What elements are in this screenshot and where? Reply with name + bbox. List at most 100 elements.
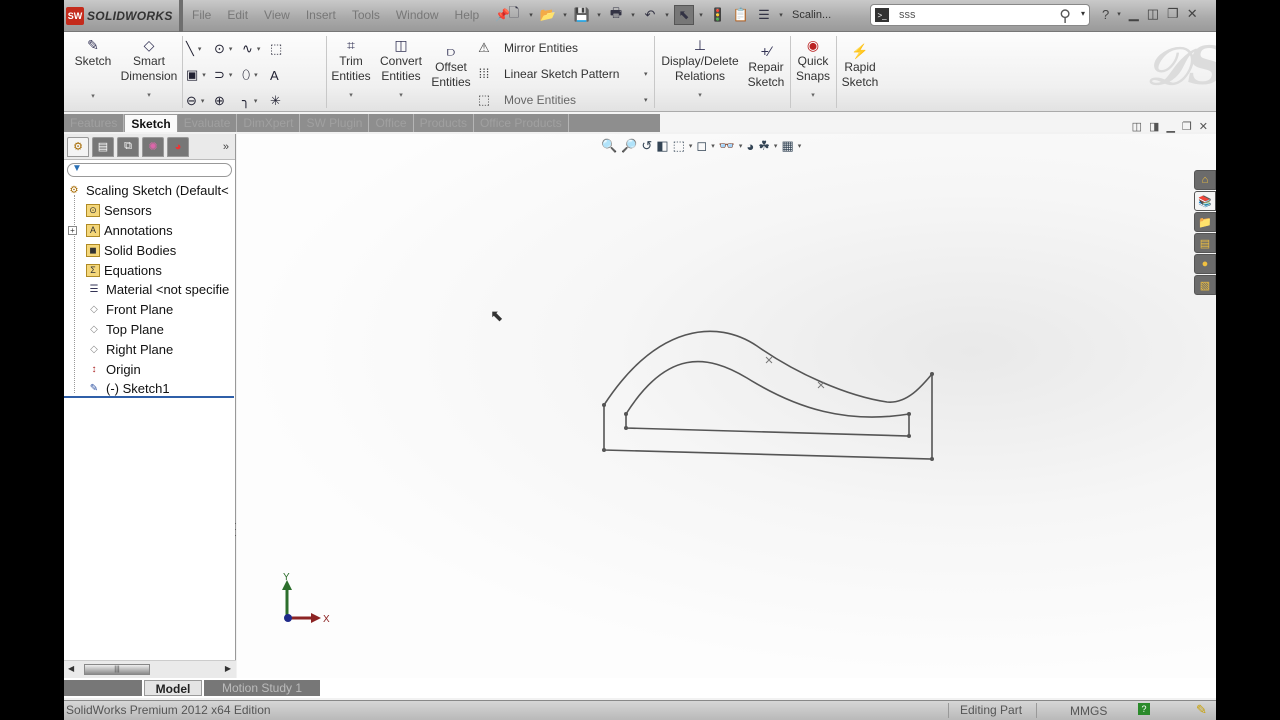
tab-sw-plugin[interactable]: SW Plugin bbox=[300, 114, 370, 132]
spline-tool-button[interactable]: ∿ ▾ bbox=[242, 36, 270, 62]
rebuild-status-icon[interactable]: ✎ bbox=[1196, 702, 1207, 718]
custom-properties-icon[interactable]: ▧ bbox=[1194, 275, 1216, 295]
mirror-entities-button[interactable]: ⚠ Mirror Entities bbox=[476, 40, 578, 56]
tree-item-top-plane[interactable]: ◇ Top Plane bbox=[64, 320, 235, 340]
expand-icon[interactable]: + bbox=[68, 225, 77, 235]
move-dropdown-icon[interactable]: ▾ bbox=[644, 96, 648, 104]
convert-dropdown-icon[interactable]: ▾ bbox=[376, 88, 426, 103]
quick-tips-icon[interactable]: ? bbox=[1138, 703, 1150, 715]
menu-file[interactable]: File bbox=[192, 8, 211, 22]
scroll-left-icon[interactable]: ◀ bbox=[68, 664, 74, 673]
ellipse-tool-button[interactable]: ⬯ ▾ bbox=[242, 62, 270, 88]
rapid-sketch-button[interactable]: ⚡ Rapid Sketch bbox=[838, 44, 882, 90]
undo-icon[interactable]: ↶ bbox=[640, 5, 660, 25]
dropdown-arrow-icon[interactable]: ▾ bbox=[629, 11, 637, 19]
smart-dimension-button[interactable]: ◇ Smart Dimension ▾ bbox=[118, 38, 180, 103]
doc-restore-button[interactable]: ❐ bbox=[1182, 120, 1192, 133]
offset-entities-button[interactable]: ⫐ Offset Entities bbox=[430, 44, 472, 90]
display-manager-tab[interactable]: ◕ bbox=[167, 136, 189, 157]
tab-features[interactable]: Features bbox=[64, 114, 125, 132]
line-tool-button[interactable]: ╲ ▾ bbox=[186, 36, 214, 62]
menu-window[interactable]: Window bbox=[396, 8, 439, 22]
dropdown-arrow-icon[interactable]: ▾ bbox=[202, 71, 206, 79]
featuremanager-tree-tab[interactable]: ⚙ bbox=[67, 136, 89, 157]
scroll-thumb[interactable]: ||| bbox=[84, 664, 150, 675]
quick-snaps-button[interactable]: ◉ Quick Snaps ▾ bbox=[792, 38, 834, 103]
tree-item-material-not-specifie[interactable]: ☰ Material <not specifie bbox=[64, 280, 235, 300]
tile-button[interactable]: ◫ bbox=[1147, 6, 1159, 22]
help-dropdown-icon[interactable]: ▾ bbox=[1117, 10, 1121, 18]
solidworks-resources-icon[interactable]: ⌂ bbox=[1194, 170, 1216, 190]
dropdown-arrow-icon[interactable]: ▾ bbox=[257, 45, 261, 53]
tab-office[interactable]: Office bbox=[369, 114, 414, 132]
pattern-dropdown-icon[interactable]: ▾ bbox=[644, 70, 648, 78]
appearances-scenes-icon[interactable]: ● bbox=[1194, 254, 1216, 274]
tree-item-origin[interactable]: ↕ Origin bbox=[64, 359, 235, 379]
tree-item-solid-bodies[interactable]: ◼ Solid Bodies bbox=[64, 240, 235, 260]
trim-entities-button[interactable]: ⌗ Trim Entities ▾ bbox=[330, 38, 372, 103]
fillet-tool-button[interactable]: ╮ ▾ bbox=[242, 88, 270, 114]
restore-button[interactable]: ❐ bbox=[1167, 6, 1179, 22]
point-tool-button[interactable]: ✳ bbox=[270, 88, 298, 114]
tree-item-annotations[interactable]: + A Annotations bbox=[64, 221, 235, 241]
rollback-bar[interactable] bbox=[64, 396, 234, 398]
dropdown-arrow-icon[interactable]: ▾ bbox=[254, 71, 258, 79]
tree-item-equations[interactable]: Σ Equations bbox=[64, 260, 235, 280]
graphics-area[interactable]: ◫ ◨ ▁ ❐ ✕ 🔍🔎↺◧⬚▾◻▾👓▾◕☘▾▦▾ bbox=[237, 121, 1216, 678]
tree-item-sensors[interactable]: ⊙ Sensors bbox=[64, 201, 235, 221]
view-palette-icon[interactable]: ▤ bbox=[1194, 233, 1216, 253]
display-delete-relations-button[interactable]: ⊥ Display/Delete Relations ▾ bbox=[658, 38, 742, 103]
propertymanager-tab[interactable]: ▤ bbox=[92, 136, 114, 157]
linear-sketch-pattern-button[interactable]: ⁞⁞⁞ Linear Sketch Pattern ▾ bbox=[476, 66, 648, 81]
split-view-icon[interactable]: ◫ bbox=[1132, 120, 1142, 133]
slot-tool-button[interactable]: ⊖ ▾ bbox=[186, 88, 214, 114]
open-folder-icon[interactable]: 📂 bbox=[538, 5, 558, 25]
tree-item-right-plane[interactable]: ◇ Right Plane bbox=[64, 339, 235, 359]
help-icon[interactable]: ? bbox=[1102, 7, 1109, 22]
file-properties-icon[interactable]: 📋 bbox=[731, 5, 751, 25]
tab-model[interactable]: Model bbox=[144, 680, 202, 696]
close-button[interactable]: ✕ bbox=[1187, 6, 1198, 22]
feature-tree-scrollbar[interactable]: ◀ ||| ▶ bbox=[64, 660, 236, 678]
dropdown-arrow-icon[interactable]: ▾ bbox=[561, 11, 569, 19]
tab-dimxpert[interactable]: DimXpert bbox=[237, 114, 301, 132]
arc-tool-button[interactable]: ⊃ ▾ bbox=[214, 62, 242, 88]
menu-help[interactable]: Help bbox=[455, 8, 480, 22]
new-document-icon[interactable]: 🗋 bbox=[504, 5, 524, 25]
repair-sketch-button[interactable]: +⁄ Repair Sketch bbox=[744, 44, 788, 90]
construction-geometry-tool-button[interactable]: ⬚ bbox=[270, 36, 298, 62]
unit-system-label[interactable]: MMGS bbox=[1070, 704, 1107, 718]
tab-motion-study-1[interactable]: Motion Study 1 bbox=[204, 680, 320, 696]
search-dropdown-icon[interactable]: ▾ bbox=[1081, 9, 1085, 18]
sketch-canvas[interactable] bbox=[237, 134, 1216, 678]
convert-entities-button[interactable]: ◫ Convert Entities ▾ bbox=[376, 38, 426, 103]
menu-view[interactable]: View bbox=[264, 8, 290, 22]
sketch-dropdown-icon[interactable]: ▾ bbox=[70, 89, 116, 104]
dropdown-arrow-icon[interactable]: ▾ bbox=[527, 11, 535, 19]
menu-edit[interactable]: Edit bbox=[227, 8, 248, 22]
save-icon[interactable]: 💾 bbox=[572, 5, 592, 25]
design-library-icon[interactable]: 📚 bbox=[1194, 191, 1216, 211]
solidworks-logo[interactable]: SW SOLIDWORKS bbox=[66, 6, 173, 26]
select-pointer-icon[interactable]: ⬉ bbox=[674, 5, 694, 25]
search-icon[interactable]: ⚲ bbox=[1059, 6, 1071, 26]
tile-view-icon[interactable]: ◨ bbox=[1149, 120, 1159, 133]
trim-dropdown-icon[interactable]: ▾ bbox=[330, 88, 372, 103]
file-explorer-icon[interactable]: 📁 bbox=[1194, 212, 1216, 232]
dimxpertmanager-tab[interactable]: ✺ bbox=[142, 136, 164, 157]
relations-dropdown-icon[interactable]: ▾ bbox=[658, 88, 742, 103]
options-icon[interactable]: ☰ bbox=[754, 5, 774, 25]
dropdown-arrow-icon[interactable]: ▾ bbox=[229, 71, 233, 79]
tab-products[interactable]: Products bbox=[414, 114, 474, 132]
text-tool-button[interactable]: A bbox=[270, 62, 298, 88]
smart-dimension-dropdown-icon[interactable]: ▾ bbox=[118, 88, 180, 103]
menu-insert[interactable]: Insert bbox=[306, 8, 336, 22]
tab-evaluate[interactable]: Evaluate bbox=[178, 114, 238, 132]
dropdown-arrow-icon[interactable]: ▾ bbox=[777, 11, 785, 19]
tree-root-part[interactable]: ⚙ Scaling Sketch (Default< bbox=[64, 181, 235, 201]
feature-tree-filter[interactable]: ▼ bbox=[67, 163, 232, 177]
minimize-button[interactable]: ▁ bbox=[1129, 6, 1139, 22]
dropdown-arrow-icon[interactable]: ▾ bbox=[697, 11, 705, 19]
scroll-right-icon[interactable]: ▶ bbox=[225, 664, 231, 673]
search-input[interactable] bbox=[899, 9, 1049, 21]
